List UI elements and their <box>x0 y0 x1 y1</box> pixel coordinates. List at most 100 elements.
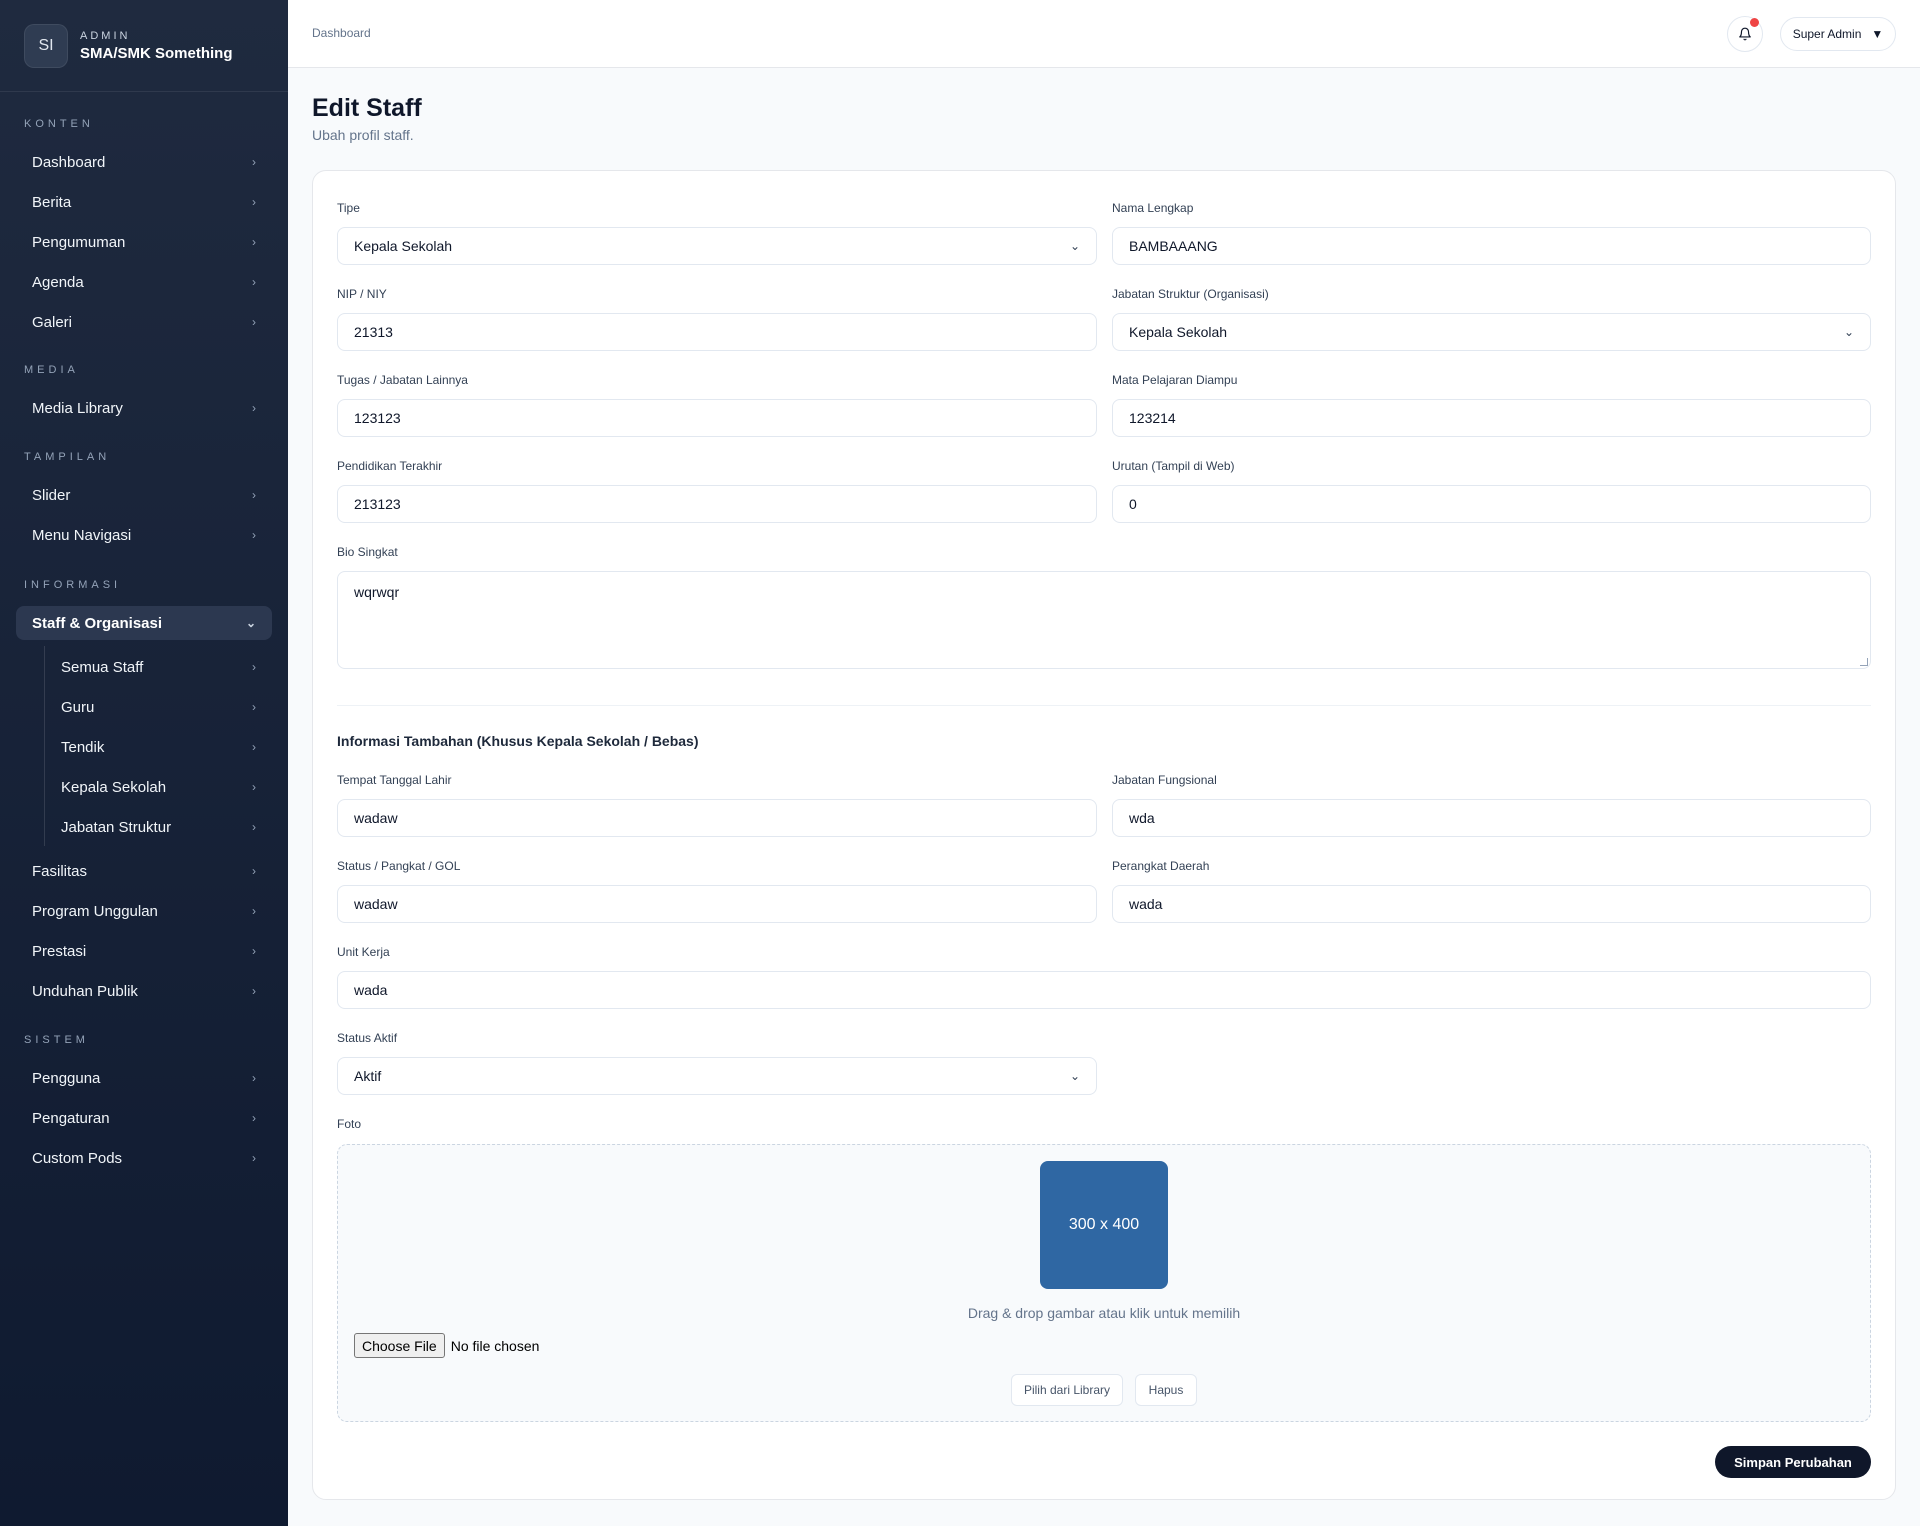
notification-button[interactable] <box>1727 16 1763 52</box>
bio-value: wqrwqr <box>354 584 400 600</box>
sidebar-item-kepala-sekolah[interactable]: Kepala Sekolah › <box>44 770 272 804</box>
breadcrumb[interactable]: Dashboard <box>312 26 371 40</box>
sidebar-item-label: Program Unggulan <box>32 902 158 920</box>
sidebar-item-dashboard[interactable]: Dashboard › <box>16 145 272 179</box>
jabatan-struktur-label: Jabatan Struktur (Organisasi) <box>1112 287 1269 301</box>
caret-down-icon: ▼ <box>1871 27 1884 41</box>
brand-name: SMA/SMK Something <box>80 44 233 62</box>
tipe-label: Tipe <box>337 201 360 215</box>
sidebar-item-prestasi[interactable]: Prestasi › <box>16 934 272 968</box>
chevron-right-icon: › <box>252 660 256 674</box>
bell-icon <box>1739 27 1751 41</box>
sidebar-item-pengaturan[interactable]: Pengaturan › <box>16 1101 272 1135</box>
choose-from-library-button[interactable]: Pilih dari Library <box>1011 1374 1123 1406</box>
sidebar-item-label: Tendik <box>61 738 105 756</box>
sidebar-item-label: Slider <box>32 486 71 504</box>
brand: SI ADMIN SMA/SMK Something <box>0 0 288 92</box>
sidebar-item-pengguna[interactable]: Pengguna › <box>16 1061 272 1095</box>
chevron-down-icon: ⌄ <box>1843 325 1854 339</box>
section-tampilan: TAMPILAN <box>24 451 111 463</box>
sidebar-item-slider[interactable]: Slider › <box>16 478 272 512</box>
nip-input[interactable]: 21313 <box>337 313 1097 351</box>
status-pangkat-input[interactable]: wadaw <box>337 885 1097 923</box>
sidebar-item-pengumuman[interactable]: Pengumuman › <box>16 225 272 259</box>
sidebar-item-galeri[interactable]: Galeri › <box>16 305 272 339</box>
urutan-label: Urutan (Tampil di Web) <box>1112 459 1235 473</box>
jabatan-struktur-select[interactable]: Kepala Sekolah ⌄ <box>1112 313 1871 351</box>
sidebar-item-label: Prestasi <box>32 942 87 960</box>
nama-label: Nama Lengkap <box>1112 201 1194 215</box>
sidebar-item-berita[interactable]: Berita › <box>16 185 272 219</box>
photo-dropzone[interactable]: 300 x 400 Drag & drop gambar atau klik u… <box>337 1144 1871 1422</box>
chevron-down-icon: ⌄ <box>245 616 256 630</box>
pendidikan-label: Pendidikan Terakhir <box>337 459 443 473</box>
choose-file-button[interactable]: Choose File <box>354 1333 445 1358</box>
photo-placeholder: 300 x 400 <box>1040 1161 1168 1289</box>
nama-value: BAMBAAANG <box>1129 238 1218 254</box>
status-aktif-label: Status Aktif <box>337 1031 398 1045</box>
sidebar-item-label: Custom Pods <box>32 1149 123 1167</box>
chevron-right-icon: › <box>252 528 256 542</box>
chevron-right-icon: › <box>252 1111 256 1125</box>
resize-handle-icon[interactable] <box>1860 658 1868 666</box>
sidebar-item-menu-navigasi[interactable]: Menu Navigasi › <box>16 518 272 552</box>
chevron-right-icon: › <box>252 944 256 958</box>
tipe-value: Kepala Sekolah <box>354 238 453 254</box>
sidebar: SI ADMIN SMA/SMK Something KONTEN Dashbo… <box>0 0 288 1526</box>
notification-dot <box>1750 18 1759 27</box>
sidebar-item-label: Dashboard <box>32 153 106 171</box>
sidebar-item-tendik[interactable]: Tendik › <box>44 730 272 764</box>
tugas-label: Tugas / Jabatan Lainnya <box>337 373 468 387</box>
chevron-right-icon: › <box>252 401 256 415</box>
foto-label: Foto <box>337 1117 362 1131</box>
sidebar-item-unduhan-publik[interactable]: Unduhan Publik › <box>16 974 272 1008</box>
sidebar-item-semua-staff[interactable]: Semua Staff › <box>44 650 272 684</box>
tipe-select[interactable]: Kepala Sekolah ⌄ <box>337 227 1097 265</box>
nama-input[interactable]: BAMBAAANG <box>1112 227 1871 265</box>
sidebar-item-label: Pengumuman <box>32 233 126 251</box>
sidebar-item-label: Staff & Organisasi <box>32 614 163 632</box>
dropzone-hint: Drag & drop gambar atau klik untuk memil… <box>967 1305 1241 1321</box>
perangkat-daerah-label: Perangkat Daerah <box>1112 859 1210 873</box>
jabatan-fungsional-input[interactable]: wda <box>1112 799 1871 837</box>
ttl-input[interactable]: wadaw <box>337 799 1097 837</box>
status-aktif-select[interactable]: Aktif ⌄ <box>337 1057 1097 1095</box>
save-changes-button[interactable]: Simpan Perubahan <box>1715 1446 1871 1478</box>
unit-kerja-value: wada <box>354 982 388 998</box>
file-input[interactable]: Choose File No file chosen <box>354 1333 539 1358</box>
jabatan-struktur-value: Kepala Sekolah <box>1129 324 1228 340</box>
sidebar-item-label: Menu Navigasi <box>32 526 132 544</box>
sidebar-item-staff-organisasi[interactable]: Staff & Organisasi ⌄ <box>16 606 272 640</box>
jabatan-fungsional-value: wda <box>1129 810 1155 826</box>
chevron-right-icon: › <box>252 155 256 169</box>
perangkat-daerah-input[interactable]: wada <box>1112 885 1871 923</box>
status-pangkat-label: Status / Pangkat / GOL <box>337 859 461 873</box>
chevron-right-icon: › <box>252 984 256 998</box>
sidebar-item-label: Jabatan Struktur <box>61 818 172 836</box>
tugas-input[interactable]: 123123 <box>337 399 1097 437</box>
sidebar-item-guru[interactable]: Guru › <box>44 690 272 724</box>
urutan-input[interactable]: 0 <box>1112 485 1871 523</box>
bio-textarea[interactable]: wqrwqr <box>337 571 1871 669</box>
sidebar-item-agenda[interactable]: Agenda › <box>16 265 272 299</box>
user-menu-button[interactable]: Super Admin ▼ <box>1780 17 1896 51</box>
chevron-right-icon: › <box>252 700 256 714</box>
page-subtitle: Ubah profil staff. <box>312 127 414 143</box>
sidebar-item-media-library[interactable]: Media Library › <box>16 391 272 425</box>
nip-label: NIP / NIY <box>337 287 387 301</box>
remove-photo-button[interactable]: Hapus <box>1135 1374 1197 1406</box>
chevron-right-icon: › <box>252 235 256 249</box>
pendidikan-input[interactable]: 213123 <box>337 485 1097 523</box>
sidebar-item-custom-pods[interactable]: Custom Pods › <box>16 1141 272 1175</box>
sidebar-item-label: Media Library <box>32 399 123 417</box>
sidebar-item-label: Kepala Sekolah <box>61 778 167 796</box>
brand-avatar: SI <box>24 23 68 68</box>
section-media: MEDIA <box>24 364 79 376</box>
chevron-right-icon: › <box>252 275 256 289</box>
file-status: No file chosen <box>450 1337 540 1354</box>
sidebar-item-jabatan-struktur[interactable]: Jabatan Struktur › <box>44 810 272 844</box>
sidebar-item-fasilitas[interactable]: Fasilitas › <box>16 854 272 888</box>
mapel-input[interactable]: 123214 <box>1112 399 1871 437</box>
unit-kerja-input[interactable]: wada <box>337 971 1871 1009</box>
sidebar-item-program-unggulan[interactable]: Program Unggulan › <box>16 894 272 928</box>
